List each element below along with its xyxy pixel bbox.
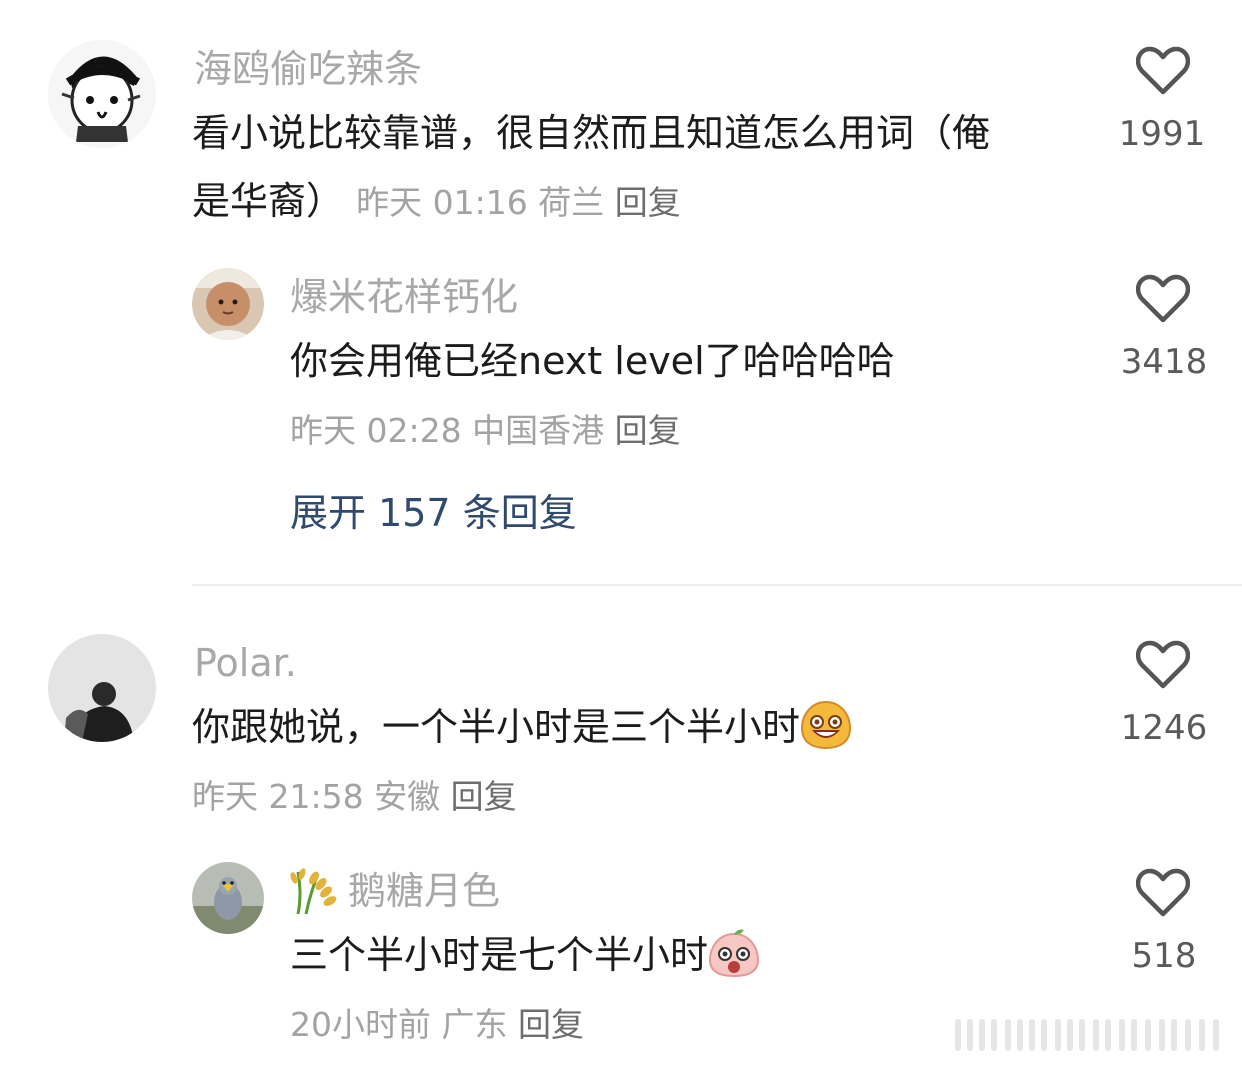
grinning-face-emoji [800, 698, 852, 770]
comment-time: 20小时前 [290, 1005, 431, 1044]
comment-time: 昨天 02:28 [290, 411, 462, 450]
avatar[interactable] [192, 862, 264, 934]
comment-text: 看小说比较靠谱，很自然而且知道怎么用词（俺 [192, 111, 991, 155]
comment-text-content: 你跟她说，一个半小时是三个半小时 [192, 705, 801, 749]
comment-location: 中国香港 [472, 411, 605, 450]
comment-meta: 昨天 21:58 安徽 回复 [192, 774, 517, 820]
avatar[interactable] [192, 268, 264, 340]
heart-icon[interactable] [1136, 46, 1190, 96]
comment-location: 荷兰 [538, 183, 605, 222]
rice-ear-icon [288, 864, 344, 916]
reply-button[interactable]: 回复 [451, 777, 517, 816]
like-count: 518 [1131, 936, 1197, 976]
reply-button[interactable]: 回复 [518, 1005, 584, 1044]
username[interactable]: 鹅糖月色 [348, 866, 500, 916]
username[interactable]: Polar. [194, 638, 297, 688]
avatar[interactable] [48, 634, 156, 742]
comment-location: 安徽 [374, 777, 441, 816]
comment-text: 三个半小时是七个半小时 [290, 922, 760, 998]
watermark [955, 1019, 1219, 1051]
comment-text: 你会用俺已经next level了哈哈哈哈 [290, 339, 895, 383]
comment-time: 昨天 21:58 [192, 777, 364, 816]
like-count: 1246 [1120, 708, 1208, 748]
comment-text-content: 三个半小时是七个半小时 [290, 933, 709, 977]
heart-icon[interactable] [1136, 640, 1190, 690]
comment-time: 昨天 01:16 [356, 183, 528, 222]
heart-icon[interactable] [1136, 274, 1190, 324]
username[interactable]: 海鸥偷吃辣条 [194, 44, 422, 94]
expand-replies-link[interactable]: 展开 157 条回复 [290, 488, 577, 538]
reply-button[interactable]: 回复 [615, 411, 681, 450]
comment-meta: 20小时前 广东 回复 [290, 1002, 584, 1048]
divider [192, 584, 1242, 586]
comment-text: 是华裔） 昨天 01:16 荷兰 回复 [192, 168, 681, 236]
username[interactable]: 爆米花样钙化 [290, 272, 518, 322]
comment-meta: 昨天 02:28 中国香港 回复 [290, 408, 681, 454]
avatar[interactable] [48, 40, 156, 148]
surprised-peach-emoji [708, 926, 760, 998]
reply-button[interactable]: 回复 [615, 183, 681, 222]
like-count: 3418 [1120, 342, 1208, 382]
like-count: 1991 [1118, 114, 1206, 154]
comment-location: 广东 [441, 1005, 508, 1044]
comment-text-continued: 是华裔） [192, 179, 345, 223]
heart-icon[interactable] [1136, 868, 1190, 918]
comment-meta: 昨天 01:16 荷兰 回复 [356, 183, 681, 222]
comment-text: 你跟她说，一个半小时是三个半小时 [192, 694, 852, 770]
